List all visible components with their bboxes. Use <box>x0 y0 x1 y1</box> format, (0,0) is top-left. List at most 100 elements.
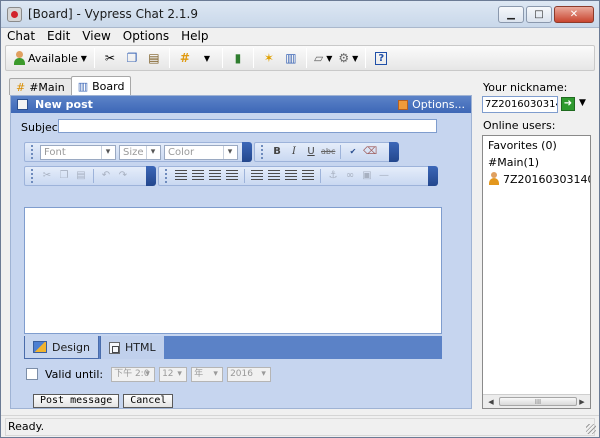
help-button[interactable]: ? <box>370 47 392 69</box>
link-icon[interactable]: ∞ <box>343 170 357 182</box>
copy-button[interactable]: ❐ <box>121 47 143 69</box>
image-icon[interactable]: ▣ <box>360 170 374 182</box>
year-select[interactable]: 2016 <box>227 366 272 382</box>
copy-icon: ❐ <box>126 51 138 65</box>
list-item[interactable]: Favorites (0) <box>488 139 557 152</box>
menu-options[interactable]: Options <box>117 28 175 44</box>
scroll-left-icon[interactable]: ◀ <box>485 396 497 408</box>
settings-button[interactable]: ⚙ ▼ <box>335 47 361 69</box>
paragraph-toolbar: ⚓ ∞ ▣ — <box>158 166 438 186</box>
toolbar-options-icon[interactable] <box>146 166 156 186</box>
day-select[interactable]: 12 <box>159 366 188 382</box>
eraser-icon[interactable]: ⌫ <box>363 146 377 158</box>
nickname-input[interactable]: 7Z201603031407 <box>482 96 558 113</box>
bullet-list-icon[interactable] <box>267 170 281 182</box>
nickname-dropdown[interactable]: ▼ <box>579 98 586 108</box>
italic-icon[interactable]: I <box>287 146 301 158</box>
bold-icon[interactable]: B <box>270 146 284 158</box>
new-button[interactable]: ✶ <box>258 47 280 69</box>
cancel-button[interactable]: Cancel <box>123 394 174 408</box>
message-button[interactable]: ▱ ▼ <box>311 47 335 69</box>
menu-view[interactable]: View <box>76 28 116 44</box>
scroll-right-icon[interactable]: ▶ <box>576 396 588 408</box>
status-dropdown[interactable]: Available ▼ <box>10 47 90 69</box>
toolbar-separator <box>93 48 95 68</box>
toolbar-grip[interactable] <box>261 145 264 159</box>
tab-label: #Main <box>29 80 65 94</box>
menu-chat[interactable]: Chat <box>1 28 41 44</box>
horizontal-rule-icon[interactable]: — <box>377 170 391 182</box>
toolbar-grip[interactable] <box>31 169 34 183</box>
paste-button[interactable]: ▤ <box>143 47 165 69</box>
anchor-icon[interactable]: ⚓ <box>326 170 340 182</box>
toolbar-options-icon[interactable] <box>428 166 438 186</box>
subject-input[interactable] <box>58 119 437 133</box>
paste-icon: ▤ <box>148 51 160 65</box>
apply-nickname-button[interactable]: ➜ <box>561 97 575 111</box>
board-button[interactable]: ▥ <box>280 47 302 69</box>
font-select[interactable]: Font <box>40 144 116 160</box>
online-users-list[interactable]: Favorites (0) #Main(1) 7Z201603031407 ◀ … <box>482 135 591 409</box>
toolbar-separator <box>365 48 367 68</box>
status-bar: Ready. <box>1 415 599 437</box>
toolbar-options-icon[interactable] <box>242 142 252 162</box>
minimize-button[interactable]: ▁ <box>498 6 524 23</box>
title-bar[interactable]: [Board] - Vypress Chat 2.1.9 ▁ □ ✕ <box>1 1 599 28</box>
tab-design[interactable]: Design <box>24 336 99 359</box>
valid-until-label: Valid until: <box>45 367 104 381</box>
channel-dropdown[interactable]: ▼ <box>196 47 218 69</box>
tab-main[interactable]: # #Main <box>9 78 72 95</box>
user-list-button[interactable]: ▮ <box>227 47 249 69</box>
valid-until-checkbox[interactable] <box>26 368 38 380</box>
user-status-icon <box>13 51 25 65</box>
align-right-icon[interactable] <box>208 170 222 182</box>
window-controls: ▁ □ ✕ <box>498 6 594 23</box>
menu-edit[interactable]: Edit <box>41 28 76 44</box>
indent-icon[interactable] <box>284 170 298 182</box>
toolbar-separator <box>244 169 245 183</box>
undo-icon[interactable]: ↶ <box>99 170 113 182</box>
outdent-icon[interactable] <box>301 170 315 182</box>
time-field[interactable]: 下午 2:0 <box>111 366 156 382</box>
spellcheck-icon[interactable]: ✔ <box>346 146 360 158</box>
color-select[interactable]: Color <box>164 144 238 160</box>
tab-html[interactable]: HTML <box>99 336 164 359</box>
toolbar-options-icon[interactable] <box>389 142 399 162</box>
toolbar-grip[interactable] <box>165 169 168 183</box>
resize-grip-icon[interactable] <box>586 424 596 434</box>
message-editor[interactable] <box>24 207 442 334</box>
maximize-button[interactable]: □ <box>526 6 552 23</box>
underline-icon[interactable]: U <box>304 146 318 158</box>
size-select[interactable]: Size <box>119 144 161 160</box>
cut-icon[interactable]: ✂ <box>40 170 54 182</box>
month-select[interactable]: 年 <box>191 366 224 382</box>
justify-icon[interactable] <box>225 170 239 182</box>
status-panel <box>5 418 595 436</box>
toolbar-grip[interactable] <box>31 145 34 159</box>
paste-icon[interactable]: ▤ <box>74 170 88 182</box>
redo-icon[interactable]: ↷ <box>116 170 130 182</box>
strikethrough-icon[interactable]: abc <box>321 146 335 158</box>
channel-icon: # <box>16 80 26 94</box>
align-center-icon[interactable] <box>191 170 205 182</box>
copy-icon[interactable]: ❐ <box>57 170 71 182</box>
list-item[interactable]: 7Z201603031407 <box>488 172 590 186</box>
close-button[interactable]: ✕ <box>554 6 594 23</box>
horizontal-scrollbar[interactable]: ◀ III ▶ <box>483 394 590 408</box>
new-icon: ✶ <box>263 51 274 65</box>
align-left-icon[interactable] <box>174 170 188 182</box>
numbered-list-icon[interactable] <box>250 170 264 182</box>
app-logo-icon[interactable] <box>7 7 22 22</box>
mode-label: HTML <box>124 341 156 354</box>
scroll-thumb[interactable]: III <box>499 397 577 406</box>
list-item[interactable]: #Main(1) <box>488 156 539 169</box>
toolbar-separator <box>93 169 94 183</box>
options-button[interactable]: Options... <box>398 98 465 111</box>
tab-board[interactable]: ▥ Board <box>70 76 132 95</box>
post-message-button[interactable]: Post message <box>33 394 120 408</box>
channel-button[interactable]: # <box>174 47 196 69</box>
menu-bar: Chat Edit View Options Help <box>1 28 599 44</box>
cut-button[interactable]: ✂ <box>99 47 121 69</box>
font-toolbar: Font Size Color <box>24 142 252 162</box>
menu-help[interactable]: Help <box>175 28 214 44</box>
